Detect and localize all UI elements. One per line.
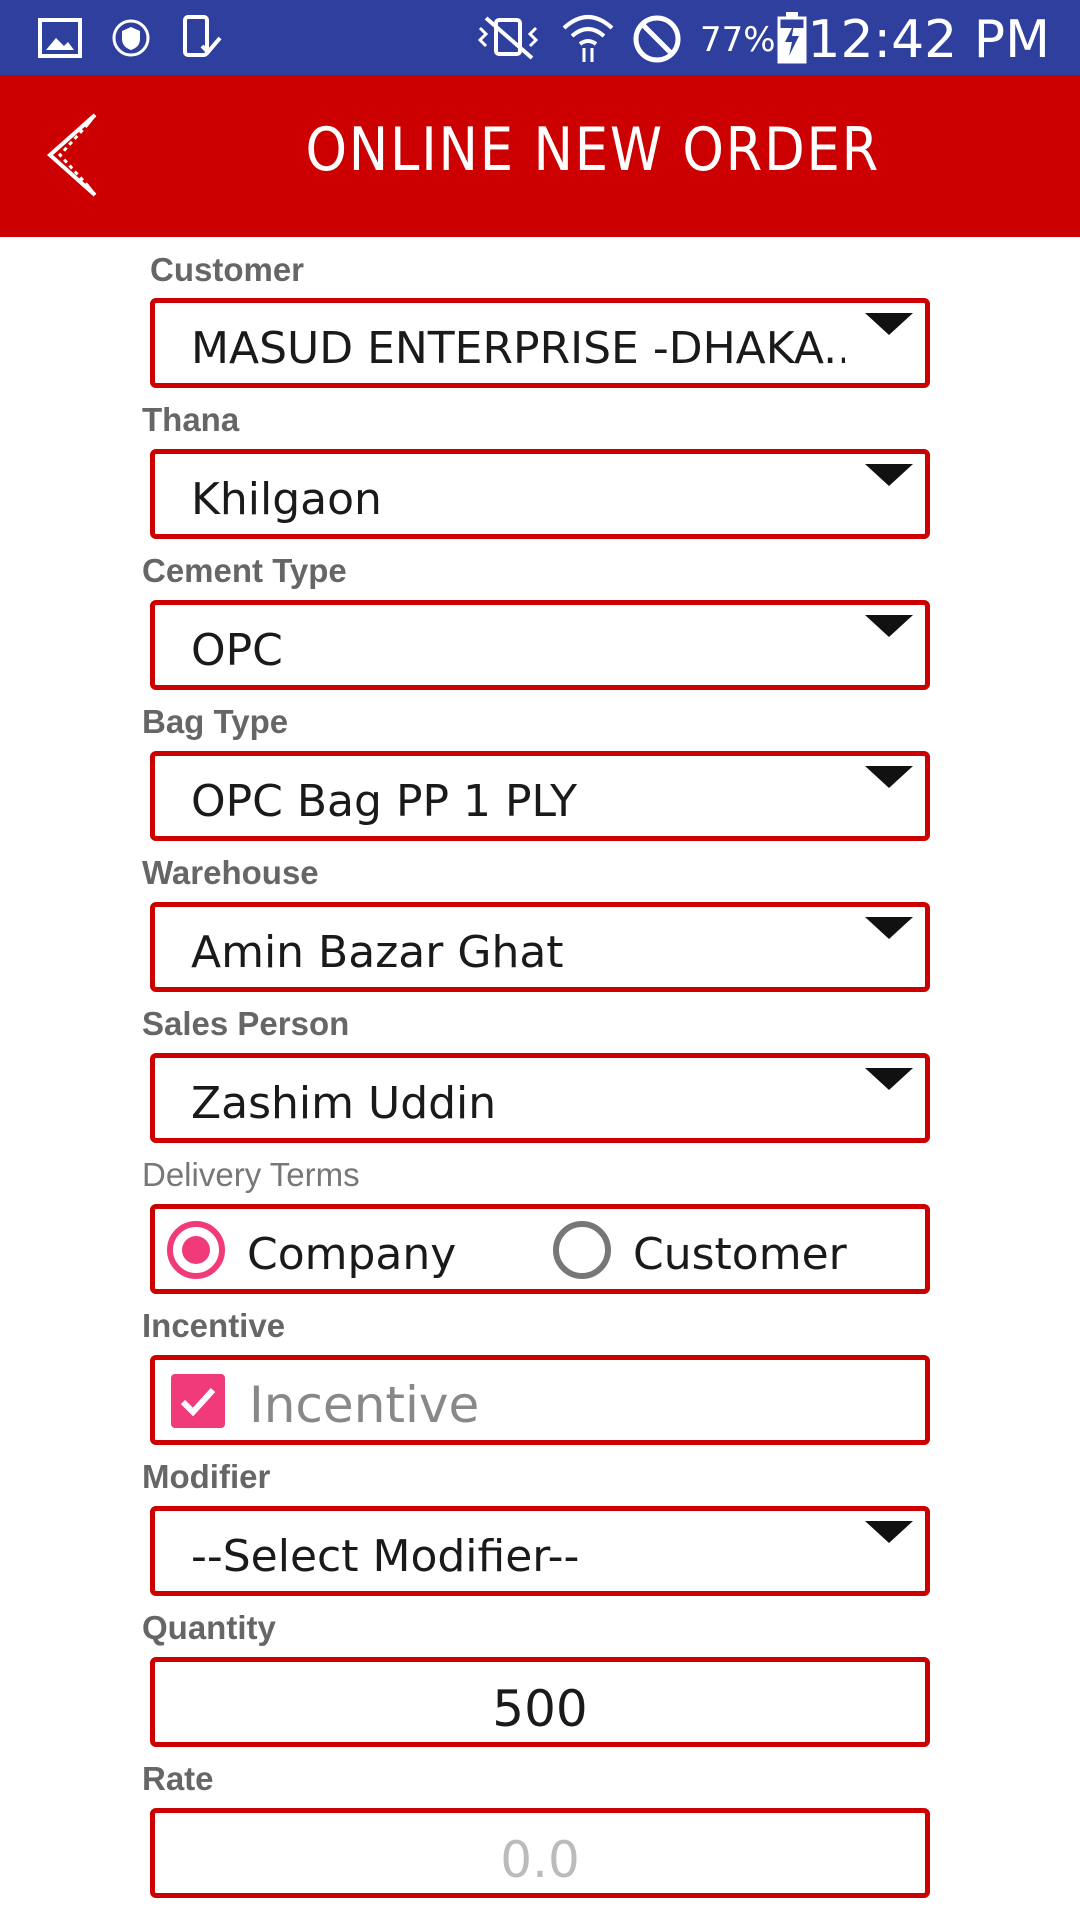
customer-value: MASUD ENTERPRISE -DHAKA.. xyxy=(191,323,845,374)
check-icon xyxy=(180,1387,216,1417)
status-bar: 77% 12:42 PM xyxy=(0,0,1080,75)
radio-customer-label[interactable]: Customer xyxy=(633,1229,847,1280)
warehouse-value: Amin Bazar Ghat xyxy=(191,927,564,978)
incentive-checkbox[interactable] xyxy=(171,1374,225,1428)
bag-type-label: Bag Type xyxy=(142,703,289,740)
phone-check-icon xyxy=(183,15,222,57)
sales-person-value: Zashim Uddin xyxy=(191,1078,497,1129)
wifi-icon xyxy=(562,15,614,62)
vibrate-off-icon xyxy=(477,16,539,60)
warehouse-label: Warehouse xyxy=(142,854,319,891)
battery-percent: 77% xyxy=(700,20,776,60)
quantity-value: 500 xyxy=(492,1680,588,1738)
dropdown-arrow-icon xyxy=(865,766,913,788)
cement-type-dropdown[interactable]: OPC xyxy=(150,600,930,690)
rate-label: Rate xyxy=(142,1760,214,1797)
dropdown-arrow-icon xyxy=(865,1521,913,1543)
cement-type-value: OPC xyxy=(191,625,283,676)
dropdown-arrow-icon xyxy=(865,313,913,335)
delivery-terms-label: Delivery Terms xyxy=(142,1156,360,1193)
customer-dropdown[interactable]: MASUD ENTERPRISE -DHAKA.. xyxy=(150,298,930,388)
dropdown-arrow-icon xyxy=(865,917,913,939)
quantity-input[interactable]: 500 xyxy=(150,1657,930,1747)
dropdown-arrow-icon xyxy=(865,1068,913,1090)
modifier-dropdown[interactable]: --Select Modifier-- xyxy=(150,1506,930,1596)
incentive-label: Incentive xyxy=(142,1307,286,1344)
cement-type-label: Cement Type xyxy=(142,552,347,589)
clock: 12:42 PM xyxy=(807,10,1050,70)
thana-dropdown[interactable]: Khilgaon xyxy=(150,449,930,539)
sales-person-dropdown[interactable]: Zashim Uddin xyxy=(150,1053,930,1143)
app-bar: ONLINE NEW ORDER xyxy=(0,75,1080,237)
radio-company-label[interactable]: Company xyxy=(247,1229,456,1280)
rate-placeholder: 0.0 xyxy=(500,1831,580,1889)
quantity-label: Quantity xyxy=(142,1609,276,1646)
warehouse-dropdown[interactable]: Amin Bazar Ghat xyxy=(150,902,930,992)
bag-type-value: OPC Bag PP 1 PLY xyxy=(191,776,578,827)
gallery-icon xyxy=(38,18,82,58)
delivery-terms-group: Company Customer xyxy=(150,1204,930,1294)
rate-input[interactable]: 0.0 xyxy=(150,1808,930,1898)
sales-person-label: Sales Person xyxy=(142,1005,350,1042)
radio-company[interactable] xyxy=(167,1221,225,1279)
radio-customer[interactable] xyxy=(553,1221,611,1279)
dropdown-arrow-icon xyxy=(865,464,913,486)
modifier-label: Modifier xyxy=(142,1458,271,1495)
incentive-checkbox-label[interactable]: Incentive xyxy=(249,1376,479,1434)
thana-label: Thana xyxy=(142,401,240,438)
bag-type-dropdown[interactable]: OPC Bag PP 1 PLY xyxy=(150,751,930,841)
modifier-value: --Select Modifier-- xyxy=(191,1531,580,1582)
no-disturb-icon xyxy=(633,15,681,63)
incentive-field: Incentive xyxy=(150,1355,930,1445)
page-title: ONLINE NEW ORDER xyxy=(305,115,881,185)
customer-label: Customer xyxy=(150,251,305,288)
shield-icon xyxy=(112,19,150,57)
thana-value: Khilgaon xyxy=(191,474,382,525)
dropdown-arrow-icon xyxy=(865,615,913,637)
battery-charging-icon xyxy=(777,12,807,64)
